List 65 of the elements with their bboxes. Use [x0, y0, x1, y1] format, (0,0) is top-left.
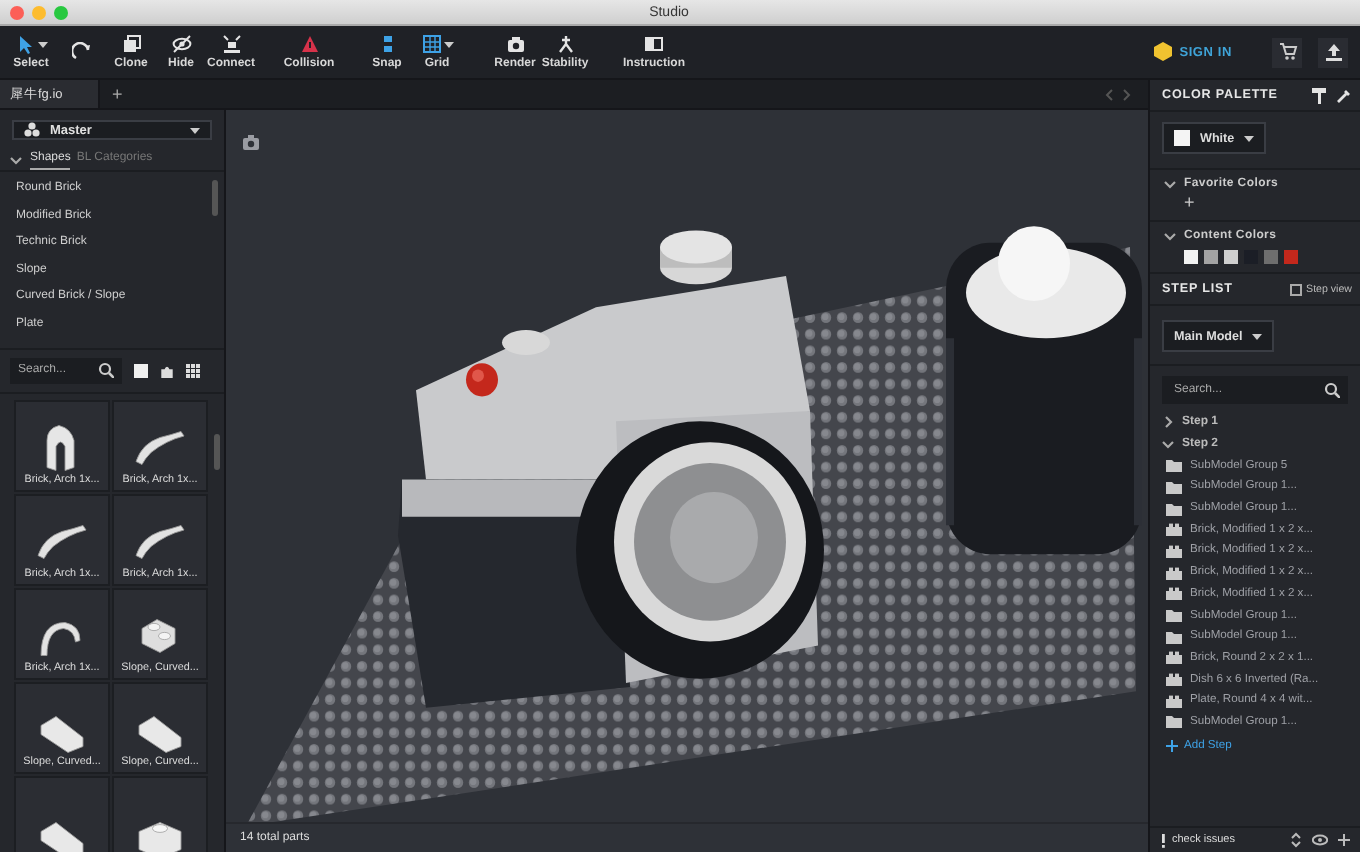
shapes-icon [24, 122, 40, 138]
pointer-icon [15, 34, 35, 54]
cart-icon [1277, 42, 1297, 62]
caret-icon [443, 41, 453, 47]
brick-icon [1166, 522, 1182, 537]
rotate-icon [71, 42, 91, 62]
brick-icon [1166, 672, 1182, 687]
connect-icon [221, 34, 241, 54]
warning-triangle-icon [299, 34, 319, 54]
camera-icon [505, 34, 525, 54]
brick-icon [1166, 693, 1182, 708]
grid-icon [421, 34, 441, 54]
hexagon-icon [1153, 42, 1172, 62]
square-icon [134, 363, 148, 378]
stability-icon [555, 34, 575, 54]
tile-view-button[interactable] [134, 363, 148, 378]
chevron-right-icon [1122, 87, 1132, 101]
caret-icon [190, 127, 200, 133]
eye-icon [171, 34, 191, 54]
paint-roller-icon [1312, 87, 1326, 103]
chevron-icon [8, 151, 24, 167]
brick-icon [1166, 565, 1182, 580]
add-color-button[interactable]: + [1162, 192, 1195, 212]
swatch-icon [1174, 130, 1190, 146]
paint-button[interactable] [1312, 87, 1326, 103]
upload-icon [1323, 42, 1343, 62]
plus-icon [1338, 832, 1350, 848]
color-swatch[interactable] [1264, 250, 1278, 264]
color-swatch[interactable] [1224, 250, 1238, 264]
color-swatch[interactable] [1184, 250, 1198, 264]
close-window-button-icon [10, 5, 24, 19]
grid-icon [186, 363, 200, 378]
minimize-window-button-icon [32, 5, 46, 19]
scrollbar-thumb[interactable] [212, 180, 218, 216]
upload-button[interactable] [1318, 37, 1348, 67]
brick-icon [1166, 586, 1182, 601]
chevron-left-icon [1104, 87, 1114, 101]
search-icon [98, 362, 114, 379]
zoom-window-button-icon [54, 5, 68, 19]
scrollbar-thumb[interactable] [214, 433, 220, 470]
part-tile[interactable] [14, 775, 110, 852]
book-icon [644, 34, 664, 54]
collapse-icon [1290, 832, 1302, 848]
eyedropper-icon [1336, 87, 1352, 103]
caret-icon [1252, 333, 1263, 339]
new-tab-button[interactable]: + [100, 80, 135, 108]
caret-icon [37, 41, 47, 47]
part-tile[interactable] [112, 775, 208, 852]
bag-icon [160, 363, 174, 378]
plus-icon [1166, 740, 1178, 753]
cart-button[interactable] [1272, 37, 1302, 67]
brick-icon [1166, 650, 1182, 665]
color-swatch[interactable] [1284, 250, 1298, 264]
warning-icon [1160, 833, 1166, 847]
search-icon [1324, 382, 1340, 398]
color-swatch[interactable] [1204, 250, 1218, 264]
brick-icon [1166, 543, 1182, 558]
eye-icon [1312, 832, 1328, 848]
bag-view-button[interactable] [160, 363, 174, 378]
camera-icon[interactable] [242, 134, 260, 152]
grid-view-button[interactable] [186, 363, 200, 378]
folder-icon [1166, 714, 1182, 729]
eyedropper-button[interactable] [1336, 87, 1352, 103]
caret-icon [1244, 135, 1255, 141]
copy-icon [121, 34, 141, 54]
